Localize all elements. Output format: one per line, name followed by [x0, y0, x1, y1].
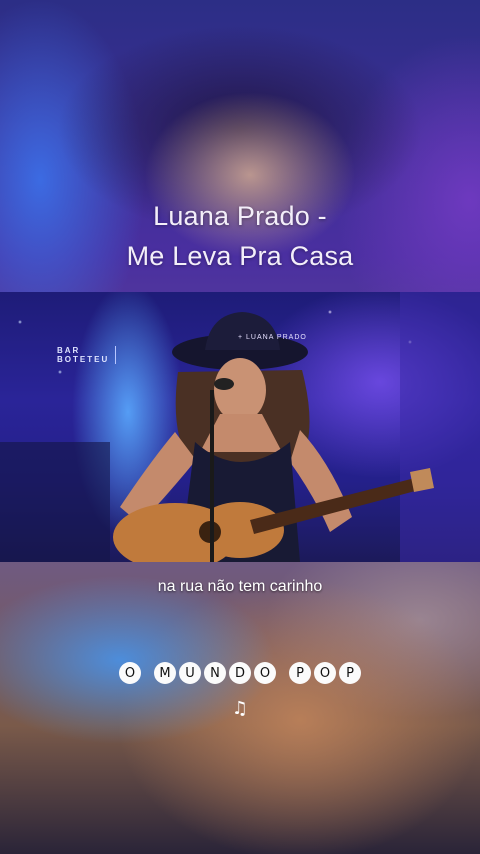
video-frame[interactable]: BAR BOTETEU + LUANA PRADO — [0, 292, 480, 562]
brand-letter: U — [179, 662, 201, 684]
music-note-icon: ♫ — [231, 698, 249, 719]
brand-letter: O — [254, 662, 276, 684]
video-title-line-2: Me Leva Pra Casa — [126, 241, 354, 271]
lyric-caption: na rua não tem carinho — [157, 578, 323, 595]
brand-letter: D — [229, 662, 251, 684]
video-title-line-1: Luana Prado - — [153, 201, 327, 231]
performer-illustration — [0, 292, 480, 562]
video-watermark: + LUANA PRADO — [238, 334, 307, 341]
channel-brand: O M U N D O P O P — [0, 662, 480, 684]
brand-letter: P — [339, 662, 361, 684]
venue-logo: BAR BOTETEU — [57, 346, 117, 364]
brand-letter: O — [314, 662, 336, 684]
brand-letter: O — [119, 662, 141, 684]
brand-letter: P — [289, 662, 311, 684]
brand-letter: M — [154, 662, 176, 684]
brand-letter: N — [204, 662, 226, 684]
